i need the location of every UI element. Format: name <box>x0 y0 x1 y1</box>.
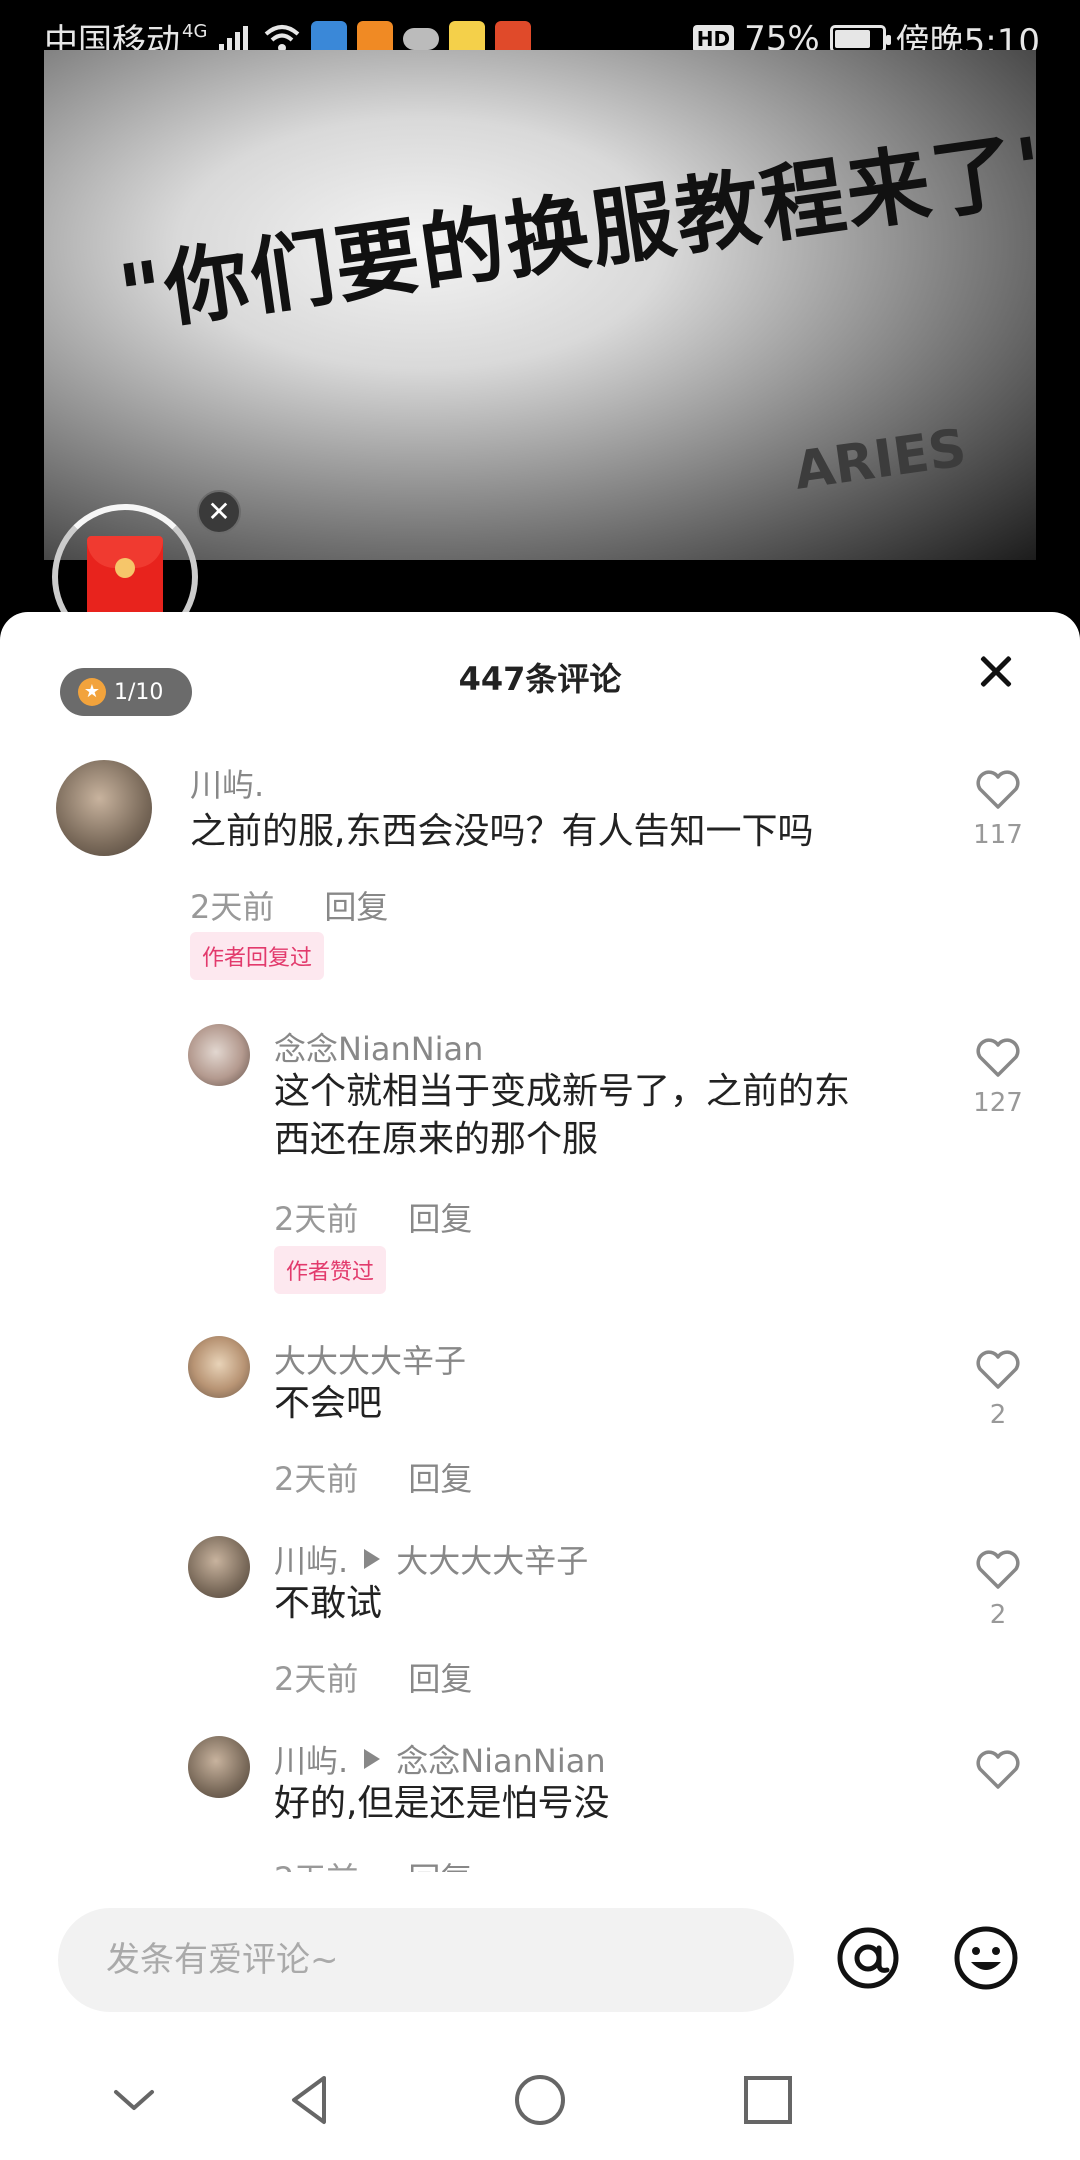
comment-author[interactable]: 川屿. 念念NianNian <box>274 1736 606 1782</box>
comment-author[interactable]: 大大大大辛子 <box>274 1336 466 1382</box>
red-packet-progress-pill: ★ 1/10 <box>60 668 192 716</box>
close-icon[interactable] <box>972 646 1022 696</box>
reply-button[interactable]: 回复 <box>408 1194 472 1240</box>
comment-time: 2天前 <box>190 888 275 926</box>
comment-meta: 2天前 回复 <box>274 1454 472 1500</box>
network-type: 4G <box>182 21 208 42</box>
reply-button[interactable]: 回复 <box>408 1454 472 1500</box>
heart-icon <box>976 1750 1020 1789</box>
comment-text[interactable]: 不敢试 <box>274 1580 382 1628</box>
avatar[interactable] <box>188 1336 250 1398</box>
video-player[interactable]: "你们要的换服教程来了" ARIES <box>44 50 1036 560</box>
hd-badge: HD <box>692 24 735 53</box>
reply-arrow-icon <box>364 1749 381 1769</box>
avatar[interactable] <box>56 760 152 856</box>
comment-text[interactable]: 好的,但是还是怕号没 <box>274 1780 609 1828</box>
comment-text-line: 这个就相当于变成新号了，之前的东 <box>274 1071 851 1112</box>
progress-count: 1/10 <box>114 679 164 705</box>
like-button[interactable] <box>968 1750 1028 1800</box>
video-caption: "你们要的换服教程来了" <box>113 115 1036 346</box>
comment-author[interactable]: 川屿. <box>190 760 264 806</box>
like-count: 2 <box>989 1600 1007 1630</box>
red-packet-icon[interactable] <box>87 536 163 622</box>
avatar[interactable] <box>188 1024 250 1086</box>
like-count: 117 <box>973 820 1023 850</box>
battery-fill <box>834 29 870 48</box>
reply-arrow-icon <box>364 1549 381 1569</box>
comment-text[interactable]: 这个就相当于变成新号了，之前的东 西还在原来的那个服 <box>274 1068 914 1164</box>
comment-text[interactable]: 之前的服,东西会没吗？有人告知一下吗 <box>190 808 813 856</box>
heart-icon <box>976 1350 1020 1389</box>
heart-icon <box>976 1038 1020 1077</box>
comment-input[interactable]: 发条有爱评论~ <box>58 1908 794 2012</box>
comment-time: 2天前 <box>274 1660 359 1698</box>
emoji-icon[interactable] <box>952 1924 1020 1992</box>
red-packet-close-button[interactable]: ✕ <box>197 490 241 534</box>
reply-to-name[interactable]: 念念NianNian <box>396 1736 605 1782</box>
like-button[interactable]: 127 <box>968 1038 1028 1118</box>
signal-icon <box>219 25 249 52</box>
comment-text[interactable]: 不会吧 <box>274 1380 382 1428</box>
reply-to-name[interactable]: 大大大大辛子 <box>396 1536 588 1582</box>
heart-icon <box>976 1550 1020 1589</box>
list-fade <box>0 1872 1080 1902</box>
like-button[interactable]: 2 <box>968 1550 1028 1630</box>
like-button[interactable]: 117 <box>968 770 1028 850</box>
like-count: 2 <box>989 1400 1007 1430</box>
reply-button[interactable]: 回复 <box>408 1654 472 1700</box>
back-triangle-icon[interactable] <box>282 2072 338 2128</box>
avatar[interactable] <box>188 1536 250 1598</box>
heart-icon <box>976 770 1020 809</box>
at-mention-icon[interactable] <box>834 1924 902 1992</box>
comment-meta: 2天前 回复 <box>274 1654 472 1700</box>
author-liked-badge: 作者赞过 <box>274 1246 387 1294</box>
comment-time: 2天前 <box>274 1200 359 1238</box>
like-count: 127 <box>973 1088 1023 1118</box>
comment-author[interactable]: 念念NianNian <box>274 1024 483 1070</box>
like-button[interactable]: 2 <box>968 1350 1028 1430</box>
battery-icon <box>829 24 891 53</box>
home-circle-icon[interactable] <box>512 2072 568 2128</box>
comment-meta: 2天前 回复 <box>190 882 388 928</box>
video-watermark: ARIES <box>790 418 970 502</box>
comment-author[interactable]: 川屿. 大大大大辛子 <box>274 1536 588 1582</box>
recent-apps-square-icon[interactable] <box>740 2072 796 2128</box>
comment-time: 2天前 <box>274 1460 359 1498</box>
reply-button[interactable]: 回复 <box>324 882 388 928</box>
chevron-down-icon[interactable] <box>106 2072 162 2128</box>
wifi-icon <box>265 24 300 52</box>
author-replied-badge: 作者回复过 <box>190 932 325 980</box>
avatar[interactable] <box>188 1736 250 1798</box>
star-icon: ★ <box>78 678 106 706</box>
comment-meta: 2天前 回复 <box>274 1194 472 1240</box>
cloud-icon <box>403 27 440 50</box>
comment-text-line: 西还在原来的那个服 <box>274 1119 599 1160</box>
